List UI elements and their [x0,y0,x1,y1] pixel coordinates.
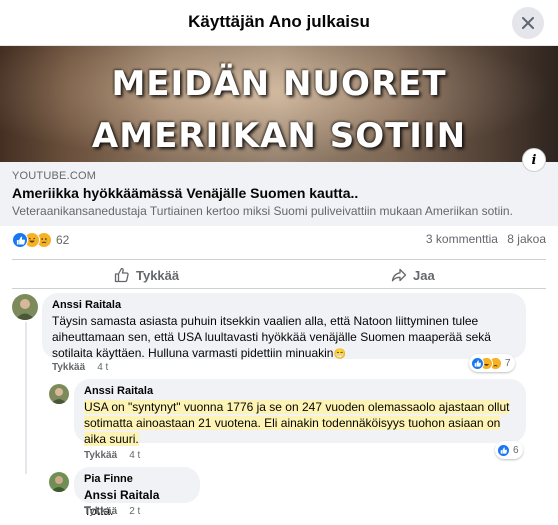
reaction-count[interactable]: 62 [56,233,69,247]
reply-reaction-count: 6 [513,444,519,456]
video-thumbnail[interactable]: MEIDÄN NUORET AMERIIKAN SOTIIN [0,46,558,162]
thumbnail-caption-line1: MEIDÄN NUORET [111,64,447,104]
link-domain: YOUTUBE.COM [12,170,97,182]
share-count[interactable]: 8 jakoa [507,232,546,246]
thumbnail-caption-line2: AMERIIKAN SOTIIN [91,116,467,156]
comment-author[interactable]: Anssi Raitala [52,299,516,311]
share-label: Jaa [413,267,435,283]
link-description: Veteraanikansanedustaja Turtiainen kerto… [12,204,513,218]
comment-meta: Tykkää 4 t [52,362,120,373]
grin-emoji: 😁 [333,349,346,360]
comment-time[interactable]: 4 t [97,362,108,373]
post-stats: 62 3 kommenttia 8 jakoa [12,232,546,250]
dialog-header: Käyttäjän Ano julkaisu [0,0,558,46]
close-button[interactable] [512,7,544,39]
comment-reactions[interactable]: 7 [469,354,515,372]
comment-text: Täysin samasta asiasta puhuin itsekkin v… [52,313,516,363]
comment-reaction-count: 7 [505,357,511,369]
comment-bubble: Anssi Raitala Täysin samasta asiasta puh… [42,293,526,360]
reply-time[interactable]: 4 t [129,450,140,461]
reply-author[interactable]: Anssi Raitala [84,385,516,397]
thread-line [25,322,27,474]
reply-meta: Tykkää 2 t [84,506,152,517]
link-preview[interactable]: YOUTUBE.COM Ameriikka hyökkäämässä Venäj… [0,162,558,226]
comment-count[interactable]: 3 kommenttia [426,232,498,246]
dialog-title: Käyttäjän Ano julkaisu [188,12,370,31]
mention[interactable]: Anssi Raitala [84,488,159,502]
avatar[interactable] [12,294,38,320]
like-button[interactable]: Tykkää [114,264,179,286]
reply-text: USA on "syntynyt" vuonna 1776 ja se on 2… [84,399,516,447]
reply-reactions[interactable]: 6 [495,441,523,459]
reply-bubble: Anssi Raitala USA on "syntynyt" vuonna 1… [74,379,526,446]
reply-like-link[interactable]: Tykkää [84,506,117,517]
like-reaction-icon [497,443,510,457]
like-reaction-icon [471,356,484,370]
reply-like-link[interactable]: Tykkää [84,450,117,461]
link-title[interactable]: Ameriikka hyökkäämässä Venäjälle Suomen … [12,185,546,201]
share-icon [391,268,407,282]
reply-bubble: Pia Finne Anssi Raitala Totta. [74,467,200,518]
avatar[interactable] [49,472,69,492]
close-icon [522,17,534,29]
like-reaction-icon [12,232,28,248]
highlighted-text: USA on "syntynyt" vuonna 1776 ja se on 2… [84,400,510,446]
share-button[interactable]: Jaa [391,264,435,286]
comment-like-link[interactable]: Tykkää [52,362,85,373]
post-actions: Tykkää Jaa [12,259,546,289]
thumbs-up-icon [114,267,129,283]
info-icon[interactable]: i [522,148,546,172]
reply-meta: Tykkää 4 t [84,450,152,461]
reaction-summary[interactable]: 62 [12,232,69,248]
reply-time[interactable]: 2 t [129,506,140,517]
like-label: Tykkää [136,267,180,283]
avatar[interactable] [49,384,69,404]
comment-text-body: Täysin samasta asiasta puhuin itsekkin v… [52,314,491,360]
reply-author[interactable]: Pia Finne [84,473,190,485]
